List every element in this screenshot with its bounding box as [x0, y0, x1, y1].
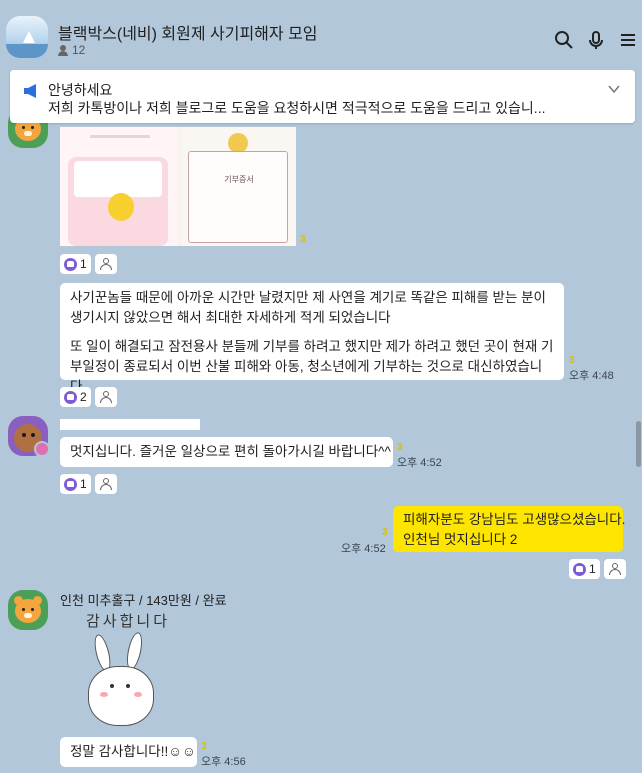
chat-header: 블랙박스(네비) 회원제 사기피해자 모임 12 — [0, 0, 642, 64]
message-time: 오후 4:52 — [397, 457, 442, 469]
like-reaction[interactable]: 2 — [60, 387, 91, 407]
like-icon — [573, 562, 586, 576]
reaction-bar: 1 — [60, 474, 117, 494]
sender-name: 인천 미추홀구 / 143만원 / 완료 — [60, 593, 227, 608]
like-reaction[interactable]: 1 — [60, 254, 91, 274]
medal-icon — [228, 133, 248, 153]
message-time: 오후 4:48 — [569, 370, 614, 382]
like-reaction[interactable]: 1 — [60, 474, 91, 494]
search-icon — [555, 31, 573, 49]
person-icon — [58, 44, 68, 56]
message-time: 오후 4:52 — [341, 543, 386, 555]
sender-avatar[interactable] — [8, 590, 48, 630]
menu-icon — [621, 34, 635, 46]
certificate-title: 기부증서 — [224, 175, 254, 184]
my-message-bubble[interactable]: 피해자분도 강남님도 고생많으셨습니다. 인천님 멋지십니다 2 — [393, 506, 626, 552]
reaction-bar: 1 — [60, 254, 117, 274]
like-icon — [64, 257, 77, 271]
unread-count: 3 — [382, 527, 388, 538]
message-bubble[interactable]: 사기꾼놈들 때문에 아까운 시간만 날렸지만 제 사연을 계기로 똑같은 피해를… — [60, 283, 564, 394]
notice-body: 저희 카톡방이나 저희 블로그로 도움을 요청하시면 적극적으로 도움을 드리고… — [48, 100, 546, 116]
unread-count: 3 — [201, 741, 207, 752]
message-bubble[interactable]: 정말 감사합니다!!☺☺ — [60, 737, 197, 767]
notice-banner-cover: 안녕하세요 저희 카톡방이나 저희 블로그로 도움을 요청하시면 적극적으로 도… — [10, 70, 635, 123]
person-add-icon — [608, 563, 621, 575]
room-title[interactable]: 블랙박스(네비) 회원제 사기피해자 모임 — [58, 20, 318, 44]
add-reaction-button[interactable] — [94, 474, 117, 494]
search-button[interactable] — [553, 29, 575, 51]
scrollbar-thumb[interactable] — [636, 421, 641, 467]
notice-title: 안녕하세요 — [48, 82, 113, 98]
megaphone-icon — [24, 84, 36, 98]
add-reaction-button[interactable] — [94, 387, 117, 407]
unread-count: 3 — [397, 442, 403, 453]
sticker-text: 감사합니다 — [86, 613, 171, 630]
message-paragraph: 사기꾼놈들 때문에 아까운 시간만 날렸지만 제 사연을 계기로 똑같은 피해를… — [70, 290, 546, 325]
voice-button[interactable] — [585, 29, 607, 51]
bunny-illustration — [88, 666, 154, 726]
person-add-icon — [99, 478, 112, 490]
unread-count: 3 — [569, 355, 575, 366]
donation-image[interactable]: 기부증서 — [60, 127, 296, 246]
certificate: 기부증서 — [188, 151, 288, 243]
room-avatar[interactable] — [6, 16, 48, 58]
message-line: 인천님 멋지십니다 2 — [403, 532, 518, 547]
avatar-sail-icon — [23, 31, 35, 43]
member-count[interactable]: 12 — [58, 43, 85, 57]
chevron-down-icon[interactable] — [607, 82, 621, 96]
menu-button[interactable] — [617, 29, 639, 51]
add-reaction-button[interactable] — [603, 559, 626, 579]
like-icon — [64, 390, 77, 404]
thanks-sticker[interactable]: 감사합니다 — [60, 608, 200, 736]
member-count-value: 12 — [72, 43, 86, 57]
person-add-icon — [99, 391, 112, 403]
microphone-icon — [589, 31, 603, 49]
person-add-icon — [99, 258, 112, 270]
message-paragraph: 또 일이 해결되고 잠전용사 분들께 기부를 하려고 했지만 제가 하려고 했던… — [70, 339, 554, 394]
like-reaction[interactable]: 1 — [569, 559, 600, 579]
message-line: 피해자분도 강남님도 고생많으셨습니다. — [403, 512, 626, 527]
like-icon — [64, 477, 77, 491]
reaction-bar: 2 — [60, 387, 117, 407]
image-card — [74, 161, 162, 197]
character-illustration — [108, 193, 134, 221]
avatar-sea — [6, 44, 48, 58]
sender-name — [60, 419, 200, 430]
add-reaction-button[interactable] — [94, 254, 117, 274]
message-bubble[interactable]: 멋지십니다. 즐거운 일상으로 편히 돌아가시길 바랍니다^^ — [60, 437, 393, 467]
reaction-bar: 1 — [569, 559, 626, 579]
unread-count: 3 — [300, 234, 306, 245]
crown-badge-icon — [34, 441, 50, 457]
message-time: 오후 4:56 — [201, 756, 246, 768]
